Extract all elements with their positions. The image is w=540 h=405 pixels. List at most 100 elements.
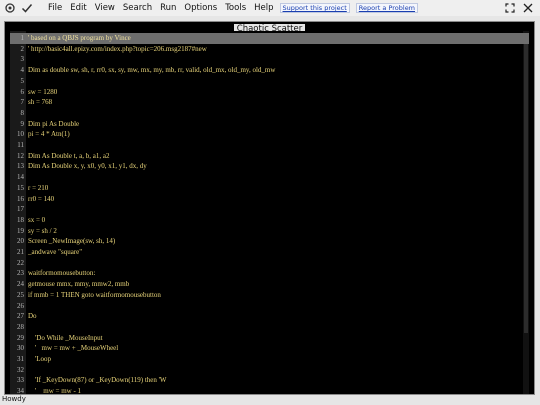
code-line[interactable]: 31 'Loop [10, 354, 529, 365]
code-line[interactable]: 13 Dim As Double x, y, x0, y0, x1, y1, dx… [10, 161, 529, 172]
code-line[interactable]: 29 'Do While _MouseInput [10, 333, 529, 344]
line-number: 27 [17, 312, 24, 321]
line-number: 23 [17, 269, 24, 278]
support-project-link[interactable]: Support this project [279, 3, 350, 13]
line-number: 20 [17, 237, 24, 246]
code-line[interactable]: 5 [10, 76, 529, 87]
code-line[interactable]: 32 [10, 365, 529, 376]
code-line[interactable]: 15 r = 210 [10, 183, 529, 194]
report-problem-link[interactable]: Report a Problem [355, 3, 419, 13]
code-line[interactable]: 16 rr0 = 140 [10, 194, 529, 205]
line-number: 4 [20, 66, 25, 75]
menu-help[interactable]: Help [254, 0, 273, 16]
menu-run[interactable]: Run [160, 0, 176, 16]
code-line[interactable]: 25 if mmb = 1 THEN goto waitformomousebut… [10, 290, 529, 301]
line-number: 13 [17, 162, 24, 171]
line-text: sw = 1280 [28, 87, 58, 96]
code-line[interactable]: 21 _andwave "square" [10, 247, 529, 258]
code-line[interactable]: 27 Do [10, 311, 529, 322]
line-number: 15 [17, 183, 24, 192]
line-text: ' mw = mw - 1 [28, 387, 82, 394]
line-text: sh = 768 [28, 98, 53, 107]
line-number: 2 [20, 44, 25, 53]
line-text: r = 210 [28, 183, 49, 192]
line-text: Dim as double sw, sh, r, rr0, sx, sy, mw… [28, 66, 276, 75]
code-line[interactable]: 6 sw = 1280 [10, 87, 529, 98]
line-number: 28 [17, 322, 24, 331]
line-text: Dim As Double x, y, x0, y0, x1, y1, dx, … [28, 162, 147, 171]
line-number: 24 [17, 280, 24, 289]
line-text: Dim pi As Double [28, 119, 80, 128]
code-line[interactable]: 1 ' based on a QBJS program by Vince [10, 33, 529, 44]
line-text: ' mw = mw + _MouseWheel [28, 344, 119, 353]
code-line[interactable]: 26 [10, 301, 529, 312]
menu-search[interactable]: Search [123, 0, 152, 16]
line-number: 14 [17, 173, 24, 182]
code-line[interactable]: 22 [10, 258, 529, 269]
code-editor[interactable]: 1 ' based on a QBJS program by Vince 2 ' ht… [10, 31, 529, 394]
menu-file[interactable]: File [48, 0, 62, 16]
code-line[interactable]: 30 ' mw = mw + _MouseWheel [10, 343, 529, 354]
line-text: 'Loop [28, 355, 52, 363]
code-line[interactable]: 12 Dim As Double t, a, b, a1, a2 [10, 151, 529, 162]
line-number: 29 [17, 333, 24, 342]
line-number: 31 [17, 355, 24, 363]
line-text: waitformomousebutton: [28, 269, 96, 278]
line-text: ' http://basic4all.epizy.com/index.php?t… [28, 44, 207, 53]
close-icon[interactable] [522, 2, 534, 14]
line-number: 9 [20, 119, 25, 128]
line-number: 11 [17, 141, 24, 149]
line-number: 34 [17, 387, 24, 394]
code-line[interactable]: 3 [10, 54, 529, 65]
line-number: 3 [20, 55, 25, 64]
line-number: 30 [17, 344, 24, 353]
menu-tools[interactable]: Tools [225, 0, 246, 16]
line-text: pi = 4 * Atn(1) [28, 130, 70, 139]
line-text: rr0 = 140 [28, 194, 55, 203]
line-number: 6 [20, 87, 25, 96]
settings-icon[interactable] [3, 1, 17, 15]
line-number: 25 [17, 290, 24, 299]
line-number: 26 [17, 301, 24, 310]
menu-options[interactable]: Options [184, 0, 217, 16]
line-text: _andwave "square" [28, 248, 83, 256]
code-line[interactable]: 10 pi = 4 * Atn(1) [10, 129, 529, 140]
code-line[interactable]: 28 [10, 322, 529, 333]
code-line[interactable]: 14 [10, 172, 529, 183]
checkmark-icon[interactable] [20, 1, 34, 15]
editor-window: Chaotic Scatter 1 ' based on a QBJS progr… [4, 21, 535, 395]
status-bar: Howdy [0, 395, 540, 405]
code-line[interactable]: 33 'If _KeyDown(87) or _KeyDown(119) the… [10, 375, 529, 386]
code-line[interactable]: 19 sy = sh / 2 [10, 226, 529, 237]
line-number: 8 [20, 108, 25, 117]
line-text: if mmb = 1 THEN goto waitformomousebutto… [28, 290, 161, 299]
code-line[interactable]: 7 sh = 768 [10, 97, 529, 108]
line-text: Screen _NewImage(sw, sh, 14) [28, 237, 116, 246]
line-number: 21 [17, 248, 24, 256]
code-line[interactable]: 8 [10, 108, 529, 119]
line-number: 17 [17, 205, 24, 214]
line-text: 'If _KeyDown(87) or _KeyDown(119) then '… [28, 376, 167, 385]
code-line[interactable]: 18 sx = 0 [10, 215, 529, 226]
expand-icon[interactable] [504, 2, 516, 14]
line-number: 10 [17, 130, 24, 139]
line-number: 5 [20, 76, 25, 85]
code-line[interactable]: 20 Screen _NewImage(sw, sh, 14) [10, 236, 529, 247]
code-line[interactable]: 11 [10, 140, 529, 151]
code-line[interactable]: 4 Dim as double sw, sh, r, rr0, sx, sy, m… [10, 65, 529, 76]
menu-edit[interactable]: Edit [70, 0, 86, 16]
status-text: Howdy [2, 395, 26, 403]
line-text: 'Do While _MouseInput [28, 333, 103, 342]
code-line[interactable]: 17 [10, 204, 529, 215]
line-number: 32 [17, 365, 24, 374]
line-text: ' based on a QBJS program by Vince [28, 34, 131, 42]
code-line[interactable]: 9 Dim pi As Double [10, 119, 529, 130]
line-number: 12 [17, 151, 24, 160]
window-controls [504, 2, 534, 14]
code-line[interactable]: 34 ' mw = mw - 1 [10, 386, 529, 394]
code-line[interactable]: 24 getmouse mmx, mmy, mmw2, mmb [10, 279, 529, 290]
code-line[interactable]: 2 ' http://basic4all.epizy.com/index.php?… [10, 44, 529, 55]
code-line[interactable]: 23 waitformomousebutton: [10, 268, 529, 279]
line-number: 22 [17, 258, 24, 267]
menu-view[interactable]: View [95, 0, 115, 16]
